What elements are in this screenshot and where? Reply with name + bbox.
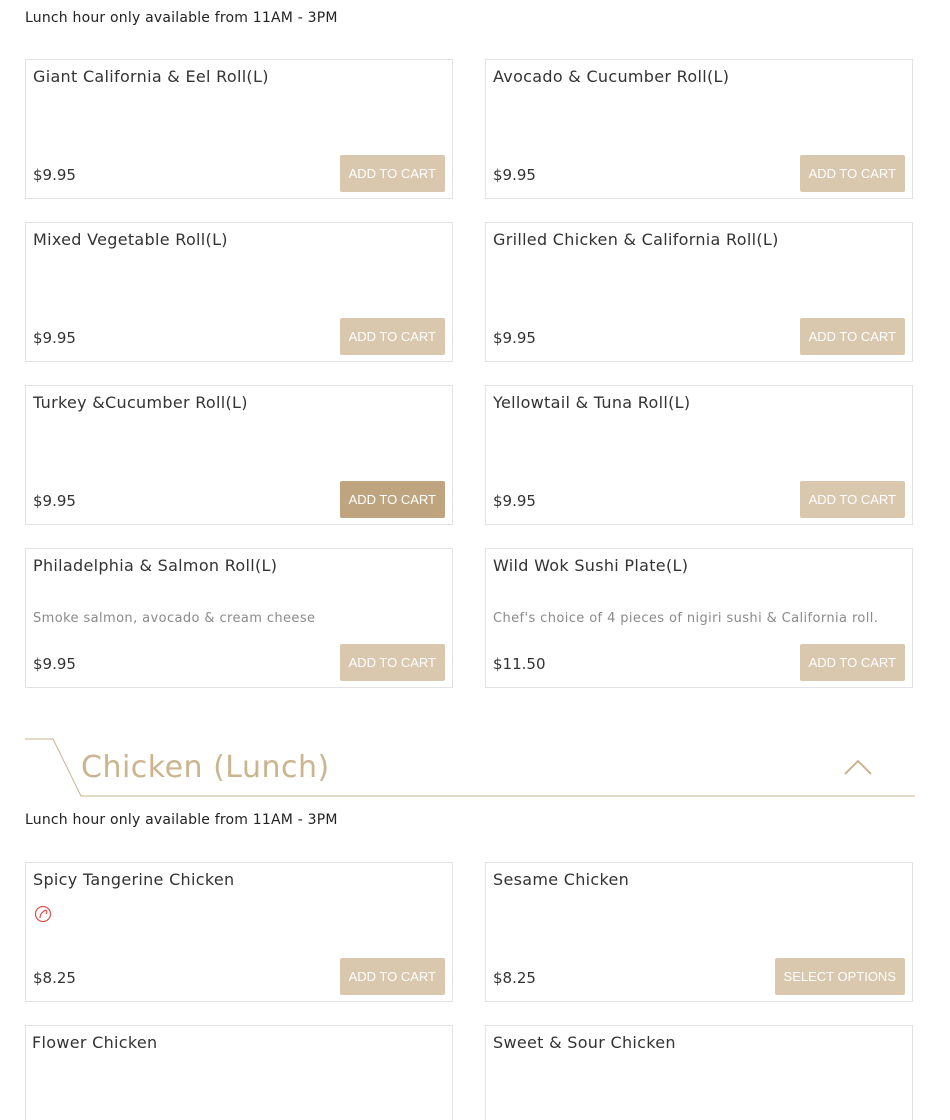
menu-item-card: Spicy Tangerine Chicken $8.25 ADD TO CAR… xyxy=(25,862,453,1002)
menu-item-card: Sesame Chicken $8.25 SELECT OPTIONS xyxy=(485,862,913,1002)
item-price: $9.95 xyxy=(33,166,76,184)
item-price: $9.95 xyxy=(33,655,76,673)
item-price: $11.50 xyxy=(493,655,546,673)
item-price: $8.25 xyxy=(33,969,76,987)
item-price: $8.25 xyxy=(493,969,536,987)
add-to-cart-button[interactable]: ADD TO CART xyxy=(799,318,905,355)
item-name[interactable]: Sesame Chicken xyxy=(493,870,629,889)
menu-item-card: Wild Wok Sushi Plate(L) Chef's choice of… xyxy=(485,548,913,688)
item-description: Chef's choice of 4 pieces of nigiri sush… xyxy=(493,611,879,626)
item-name[interactable]: Mixed Vegetable Roll(L) xyxy=(33,230,228,249)
lunch-hours-note: Lunch hour only available from 11AM - 3P… xyxy=(25,812,338,828)
add-to-cart-button[interactable]: ADD TO CART xyxy=(799,644,905,681)
menu-item-card: Turkey &Cucumber Roll(L) $9.95 ADD TO CA… xyxy=(25,385,453,525)
item-name[interactable]: Grilled Chicken & California Roll(L) xyxy=(493,230,779,249)
menu-item-card: Grilled Chicken & California Roll(L) $9.… xyxy=(485,222,913,362)
item-name[interactable]: Yellowtail & Tuna Roll(L) xyxy=(493,393,690,412)
section-header-chicken: Chicken (Lunch) xyxy=(25,738,915,798)
lunch-hours-note: Lunch hour only available from 11AM - 3P… xyxy=(25,10,338,26)
add-to-cart-button[interactable]: ADD TO CART xyxy=(339,644,445,681)
chevron-up-icon[interactable] xyxy=(843,758,873,776)
menu-item-card: Sweet & Sour Chicken xyxy=(485,1025,913,1120)
add-to-cart-button[interactable]: ADD TO CART xyxy=(339,958,445,995)
select-options-button[interactable]: SELECT OPTIONS xyxy=(774,958,905,995)
menu-item-card: Mixed Vegetable Roll(L) $9.95 ADD TO CAR… xyxy=(25,222,453,362)
item-name[interactable]: Turkey &Cucumber Roll(L) xyxy=(33,393,248,412)
menu-item-card: Giant California & Eel Roll(L) $9.95 ADD… xyxy=(25,59,453,199)
add-to-cart-button[interactable]: ADD TO CART xyxy=(339,481,445,518)
item-price: $9.95 xyxy=(33,492,76,510)
item-name[interactable]: Wild Wok Sushi Plate(L) xyxy=(493,556,688,575)
add-to-cart-button[interactable]: ADD TO CART xyxy=(339,155,445,192)
item-name[interactable]: Avocado & Cucumber Roll(L) xyxy=(493,67,729,86)
item-price: $9.95 xyxy=(33,329,76,347)
menu-item-card: Flower Chicken xyxy=(25,1025,453,1120)
item-price: $9.95 xyxy=(493,329,536,347)
menu-item-card: Yellowtail & Tuna Roll(L) $9.95 ADD TO C… xyxy=(485,385,913,525)
add-to-cart-button[interactable]: ADD TO CART xyxy=(799,155,905,192)
item-name[interactable]: Philadelphia & Salmon Roll(L) xyxy=(33,556,277,575)
add-to-cart-button[interactable]: ADD TO CART xyxy=(339,318,445,355)
item-price: $9.95 xyxy=(493,492,536,510)
item-name[interactable]: Flower Chicken xyxy=(32,1033,157,1052)
item-name[interactable]: Sweet & Sour Chicken xyxy=(493,1033,676,1052)
item-description: Smoke salmon, avocado & cream cheese xyxy=(33,611,316,626)
section-title: Chicken (Lunch) xyxy=(81,750,330,785)
add-to-cart-button[interactable]: ADD TO CART xyxy=(799,481,905,518)
menu-item-card: Philadelphia & Salmon Roll(L) Smoke salm… xyxy=(25,548,453,688)
spicy-icon xyxy=(34,905,52,923)
item-name[interactable]: Spicy Tangerine Chicken xyxy=(33,870,234,889)
menu-item-card: Avocado & Cucumber Roll(L) $9.95 ADD TO … xyxy=(485,59,913,199)
item-price: $9.95 xyxy=(493,166,536,184)
item-name[interactable]: Giant California & Eel Roll(L) xyxy=(33,67,269,86)
